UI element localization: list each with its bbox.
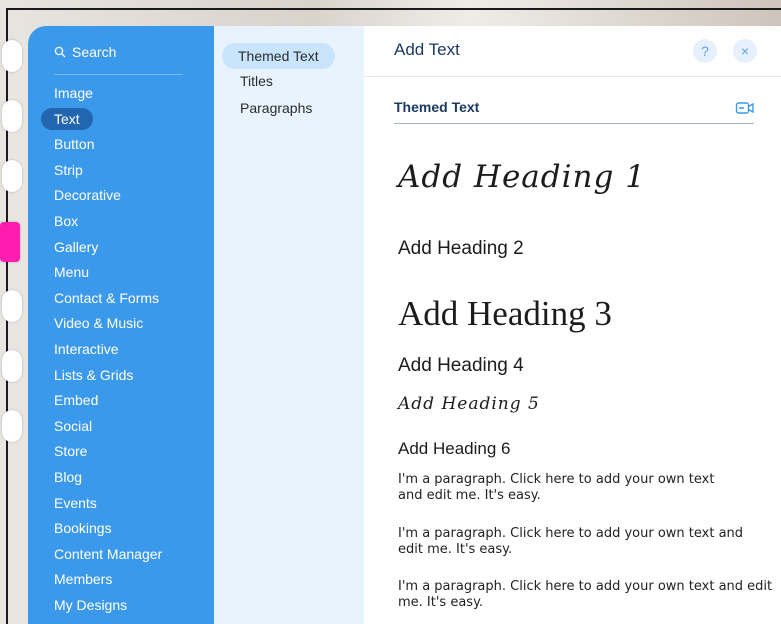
category-label: Decorative	[54, 187, 121, 204]
category-item-interactive[interactable]: Interactive	[28, 337, 214, 363]
search-icon	[54, 46, 66, 58]
category-list: Image Text Button Strip Decorative Box Gallery…	[28, 81, 214, 618]
category-label: Events	[54, 494, 97, 511]
category-item-contact-forms[interactable]: Contact & Forms	[28, 286, 214, 312]
subcategory-themed-text[interactable]: Themed Text	[222, 43, 335, 69]
text-preset-heading-6[interactable]: Add Heading 6	[398, 439, 510, 459]
close-icon: ×	[740, 43, 750, 59]
category-item-video-music[interactable]: Video & Music	[28, 311, 214, 337]
text-preset-heading-2[interactable]: Add Heading 2	[398, 238, 524, 260]
category-item-strip[interactable]: Strip	[28, 158, 214, 184]
category-label: Contact & Forms	[54, 289, 160, 306]
text-preset-paragraph-3[interactable]: I'm a paragraph. Click here to add your …	[398, 579, 773, 611]
category-label: Text	[41, 107, 93, 130]
category-item-box[interactable]: Box	[28, 209, 214, 235]
subcategory-column: Themed Text Titles Paragraphs	[214, 26, 364, 624]
panel-header: Add Text ? ×	[364, 26, 781, 77]
category-label: Video & Music	[54, 315, 144, 332]
category-label: Social	[54, 417, 93, 434]
category-label: Gallery	[54, 238, 99, 255]
category-label: Content Manager	[54, 545, 163, 562]
left-toolbar-add-button[interactable]	[0, 222, 20, 262]
left-toolbar-button[interactable]	[2, 290, 22, 322]
video-icon[interactable]	[735, 100, 755, 116]
category-item-members[interactable]: Members	[28, 567, 214, 593]
category-item-button[interactable]: Button	[28, 132, 214, 158]
text-preset-paragraph-1[interactable]: I'm a paragraph. Click here to add your …	[398, 472, 738, 504]
text-preset-paragraph-2[interactable]: I'm a paragraph. Click here to add your …	[398, 526, 758, 558]
category-label: Button	[54, 136, 95, 153]
category-item-content-manager[interactable]: Content Manager	[28, 542, 214, 568]
category-label: Bookings	[54, 520, 112, 537]
add-panel: Search Image Text Button Strip Decorative Box…	[28, 26, 781, 624]
left-toolbar-button[interactable]	[2, 410, 22, 442]
left-toolbar-button[interactable]	[2, 350, 22, 382]
close-button[interactable]: ×	[733, 39, 757, 63]
category-item-decorative[interactable]: Decorative	[28, 183, 214, 209]
help-icon: ?	[701, 43, 709, 59]
text-preset-heading-3[interactable]: Add Heading 3	[398, 294, 612, 334]
category-item-lists-grids[interactable]: Lists & Grids	[28, 363, 214, 389]
category-label: Embed	[54, 392, 99, 409]
category-item-text[interactable]: Text	[28, 107, 214, 133]
help-button[interactable]: ?	[693, 39, 717, 63]
left-toolbar-button[interactable]	[2, 40, 22, 72]
category-item-image[interactable]: Image	[28, 81, 214, 107]
text-preset-heading-4[interactable]: Add Heading 4	[398, 355, 524, 377]
category-item-blog[interactable]: Blog	[28, 465, 214, 491]
category-item-store[interactable]: Store	[28, 439, 214, 465]
content-column: Add Text ? × Themed Text Add Heading 1 A…	[364, 26, 781, 624]
category-label: Menu	[54, 264, 90, 281]
search-button[interactable]: Search	[54, 44, 116, 60]
left-toolbar-button[interactable]	[2, 160, 22, 192]
text-preset-heading-1[interactable]: Add Heading 1	[398, 159, 646, 195]
left-toolbar-button[interactable]	[2, 100, 22, 132]
category-item-menu[interactable]: Menu	[28, 260, 214, 286]
section-title: Themed Text	[394, 99, 480, 115]
search-divider	[54, 74, 183, 75]
text-preset-heading-5[interactable]: Add Heading 5	[398, 394, 540, 414]
category-item-social[interactable]: Social	[28, 414, 214, 440]
category-item-bookings[interactable]: Bookings	[28, 516, 214, 542]
category-label: Members	[54, 571, 113, 588]
subcategory-titles[interactable]: Titles	[240, 73, 273, 89]
category-label: Box	[54, 212, 79, 229]
category-item-embed[interactable]: Embed	[28, 388, 214, 414]
category-column: Search Image Text Button Strip Decorative Box…	[28, 26, 214, 624]
category-item-events[interactable]: Events	[28, 491, 214, 517]
category-label: Store	[54, 443, 88, 460]
category-label: Lists & Grids	[54, 366, 134, 383]
category-label: Blog	[54, 468, 83, 485]
panel-title: Add Text	[394, 40, 460, 59]
category-label: Image	[54, 85, 93, 101]
subcategory-paragraphs[interactable]: Paragraphs	[240, 100, 312, 116]
category-item-gallery[interactable]: Gallery	[28, 235, 214, 261]
search-label: Search	[72, 44, 117, 60]
section-divider	[394, 123, 754, 124]
category-label: Interactive	[54, 340, 119, 357]
category-label: Strip	[54, 161, 83, 178]
category-item-my-designs[interactable]: My Designs	[28, 593, 214, 619]
category-label: My Designs	[54, 596, 128, 613]
